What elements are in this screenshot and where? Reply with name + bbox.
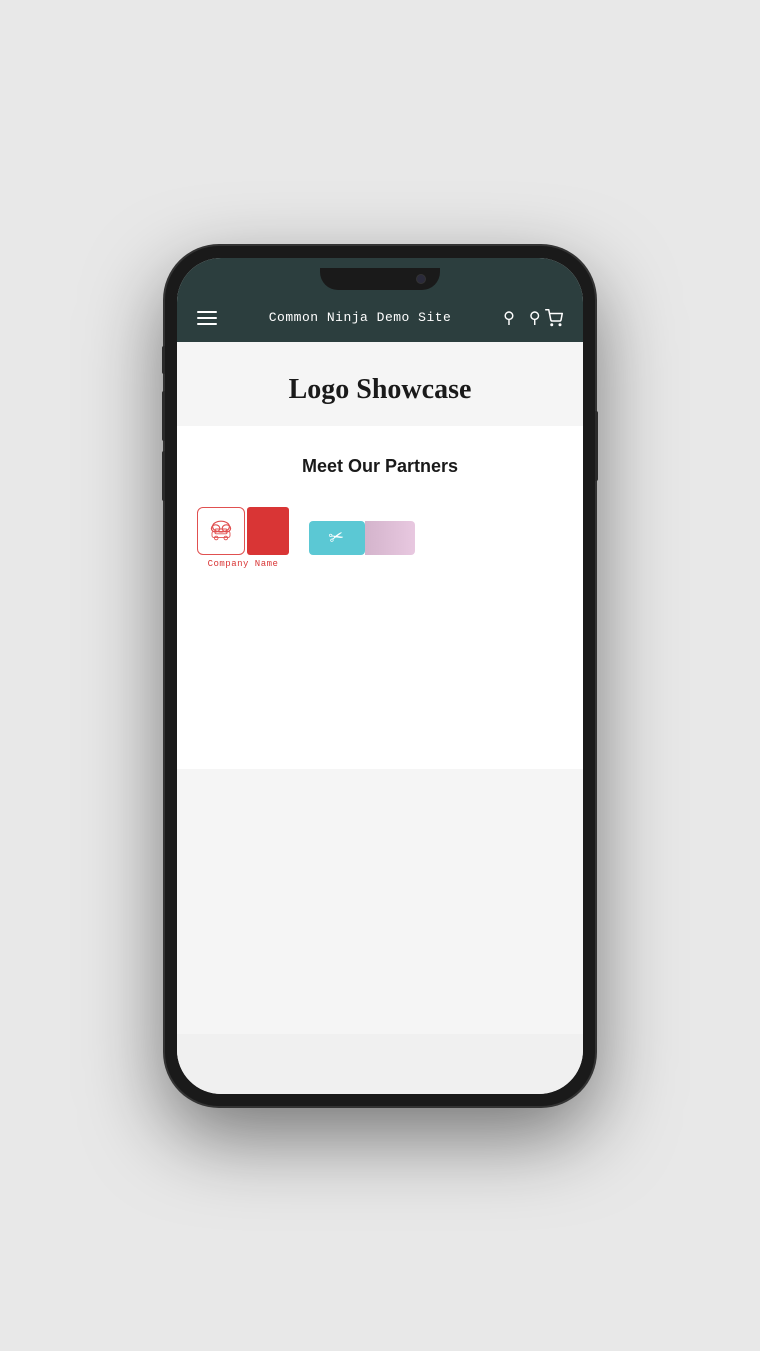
- logo1-graphic: [197, 507, 289, 555]
- power-button: [595, 411, 598, 481]
- logo1-label: Company Name: [208, 559, 279, 569]
- cart-icon[interactable]: ⚲: [529, 308, 563, 328]
- scissors-icon: ✂: [327, 525, 347, 549]
- hamburger-menu-button[interactable]: [197, 311, 217, 325]
- phone-frame: Common Ninja Demo Site ⚲ ⚲ Logo Showcase: [165, 246, 595, 1106]
- footer: [177, 1034, 583, 1094]
- logo2-pink-bar: [365, 521, 415, 555]
- front-camera: [416, 274, 426, 284]
- cloud-car-icon: [206, 515, 236, 547]
- volume-up-button: [162, 391, 165, 441]
- page-title: Logo Showcase: [197, 374, 563, 406]
- phone-screen: Common Ninja Demo Site ⚲ ⚲ Logo Showcase: [177, 258, 583, 1094]
- volume-down-button: [162, 451, 165, 501]
- content-card: Meet Our Partners: [177, 426, 583, 769]
- logos-container: Company Name ✂: [197, 507, 563, 569]
- logo1-outline-box: [197, 507, 245, 555]
- logo-item-1: Company Name: [197, 507, 289, 569]
- header-icons: ⚲ ⚲: [503, 308, 563, 328]
- search-icon[interactable]: ⚲: [503, 308, 515, 328]
- page-content: Logo Showcase Meet Our Partners: [177, 342, 583, 1034]
- notch: [320, 268, 440, 290]
- logo-item-2: ✂: [309, 521, 415, 555]
- logo1-red-block: [247, 507, 289, 555]
- page-title-section: Logo Showcase: [177, 342, 583, 426]
- mute-button: [162, 346, 165, 374]
- logo2-scissors-block: ✂: [309, 521, 365, 555]
- partners-section-title: Meet Our Partners: [197, 456, 563, 477]
- site-name: Common Ninja Demo Site: [269, 310, 452, 325]
